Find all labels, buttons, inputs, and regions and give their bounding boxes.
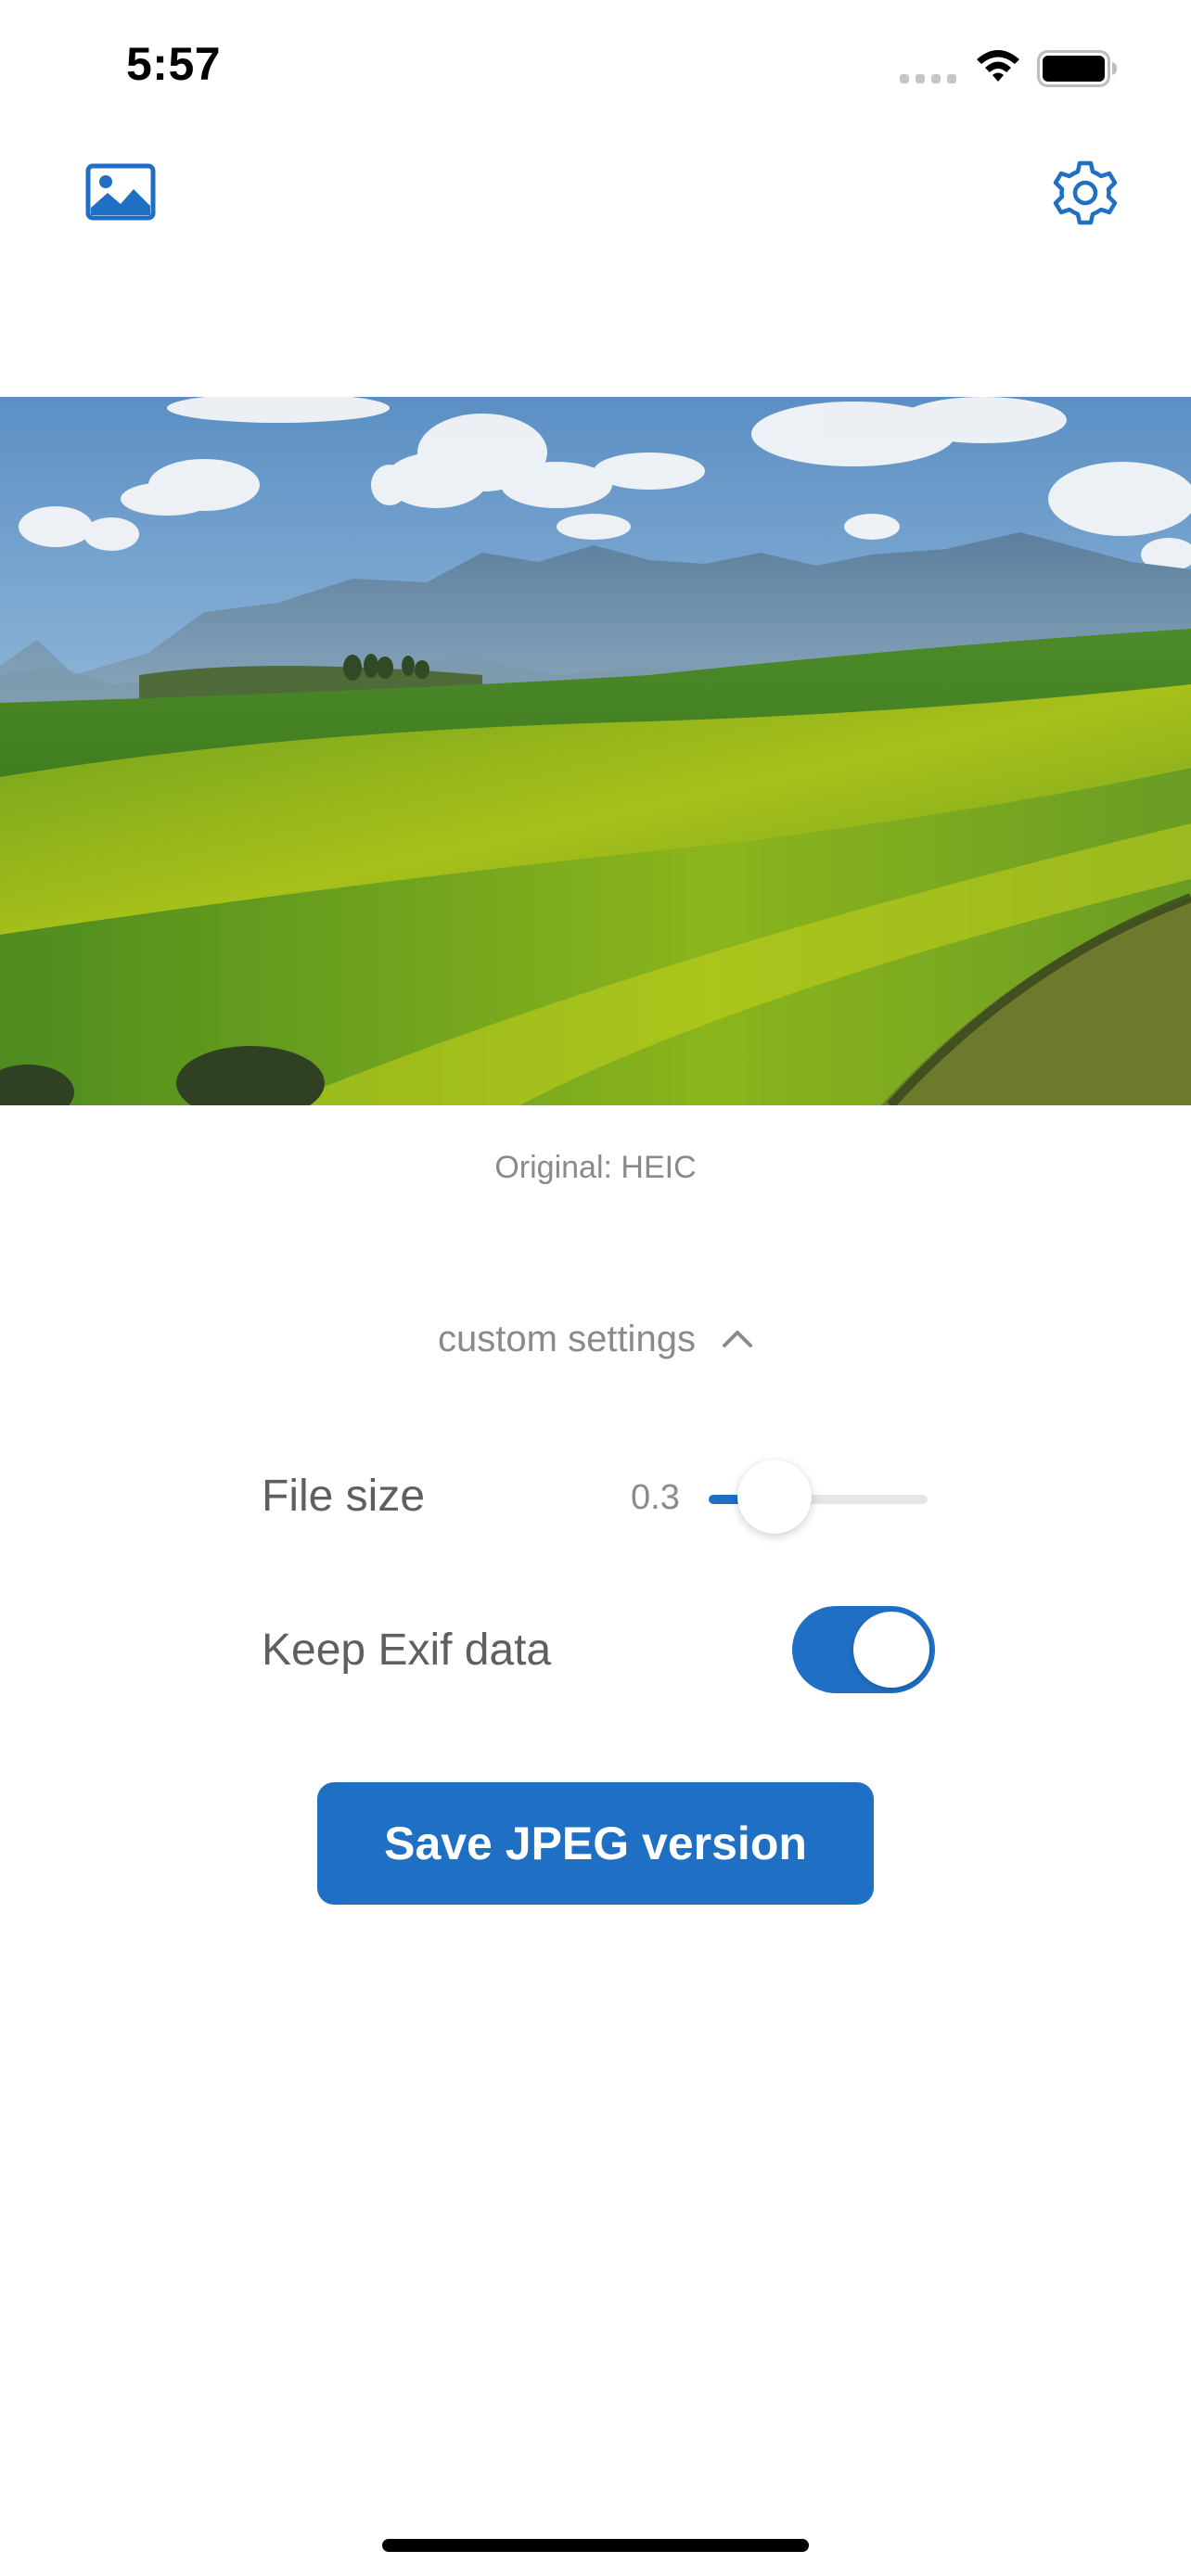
original-format-label: Original: HEIC	[494, 1150, 697, 1185]
battery-icon	[1037, 50, 1117, 87]
chevron-up-icon	[722, 1330, 752, 1347]
photo-gallery-icon[interactable]	[85, 163, 156, 221]
signal-icon	[900, 74, 956, 83]
home-indicator	[382, 2539, 809, 2552]
wifi-icon	[977, 50, 1019, 82]
custom-settings-label: custom settings	[438, 1319, 696, 1359]
toggle-knob	[853, 1612, 929, 1688]
status-time: 5:57	[126, 38, 222, 90]
save-jpeg-button[interactable]: Save JPEG version	[317, 1782, 874, 1905]
keep-exif-toggle[interactable]	[792, 1606, 935, 1693]
keep-exif-label: Keep Exif data	[262, 1626, 552, 1675]
file-size-label: File size	[262, 1472, 426, 1521]
slider-thumb[interactable]	[736, 1460, 812, 1534]
file-size-value: 0.3	[631, 1478, 680, 1517]
landscape-photo	[0, 397, 1191, 1105]
custom-settings-toggle[interactable]: custom settings	[0, 1319, 1191, 1360]
gear-icon[interactable]	[1052, 159, 1119, 226]
